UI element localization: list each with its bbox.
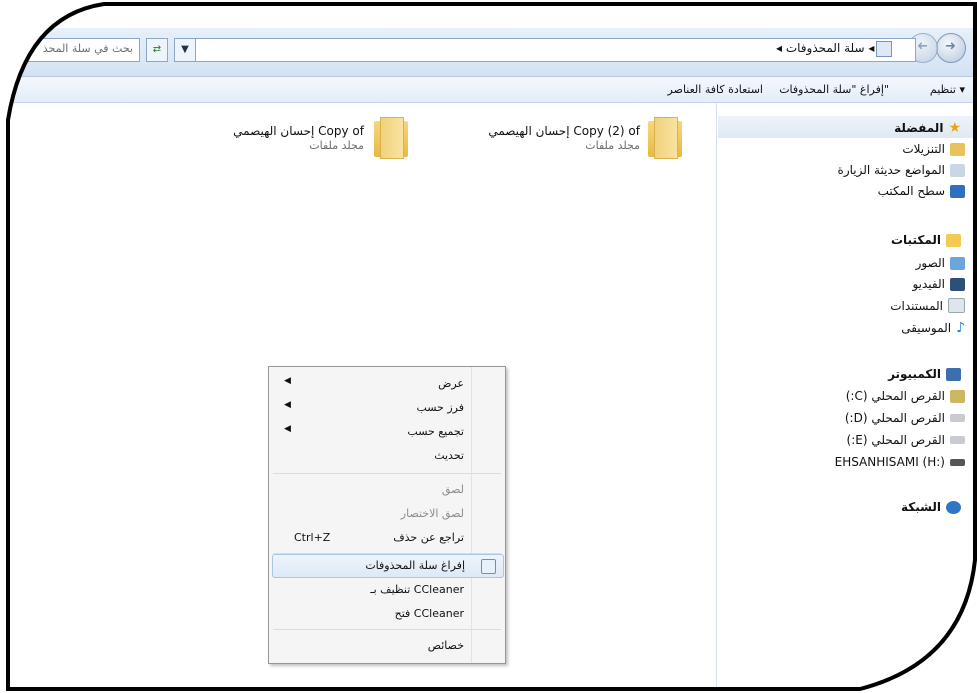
decorative-frame <box>6 2 977 691</box>
